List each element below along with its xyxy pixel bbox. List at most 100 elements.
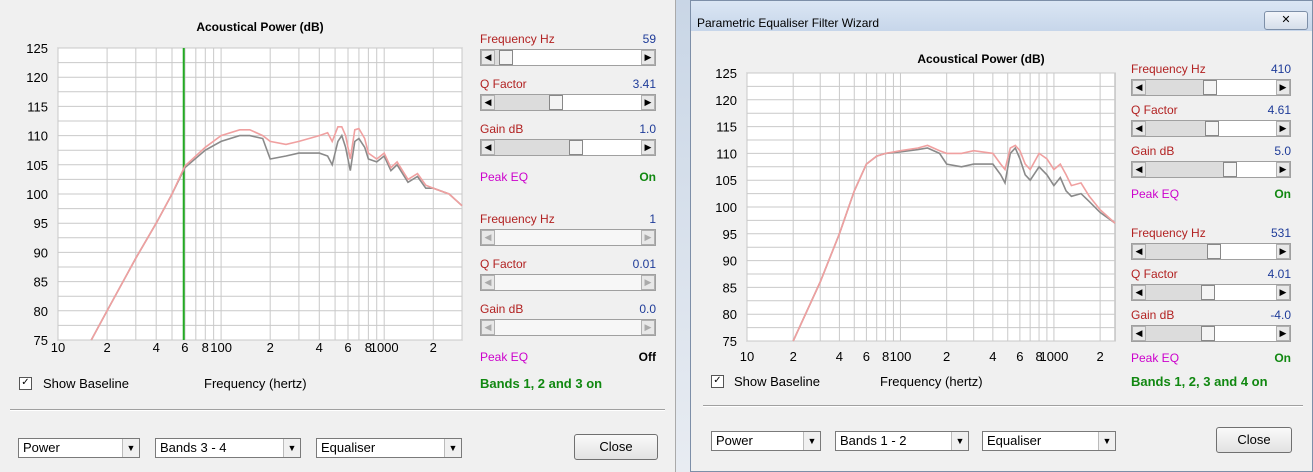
parameter-slider[interactable]: ◀ ▶: [480, 139, 656, 156]
y-tick-label: 75: [34, 333, 48, 348]
arrow-left-icon[interactable]: ◀: [481, 320, 495, 335]
arrow-right-icon[interactable]: ▶: [641, 95, 655, 110]
x-tick-label: 4: [316, 340, 323, 355]
acoustical-power-chart: 1251201151101051009590858075102468100246…: [26, 41, 463, 355]
control-value: 3.41: [632, 77, 656, 91]
slider-thumb[interactable]: [499, 50, 513, 65]
x-tick-label: 4: [989, 349, 996, 364]
control-label: Gain dB: [1131, 144, 1175, 158]
peak-eq-state: Off: [638, 350, 656, 364]
arrow-left-icon[interactable]: ◀: [481, 230, 495, 245]
arrow-left-icon[interactable]: ◀: [1132, 121, 1146, 136]
view-select-value: Power: [716, 433, 753, 448]
arrow-left-icon[interactable]: ◀: [1132, 244, 1146, 259]
control-value: -4.0: [1270, 308, 1291, 322]
mode-select-value: Equaliser: [987, 433, 1042, 448]
x-axis-label: Frequency (hertz): [880, 374, 983, 389]
arrow-right-icon[interactable]: ▶: [641, 50, 655, 65]
arrow-right-icon[interactable]: ▶: [641, 140, 655, 155]
view-select[interactable]: Power ▼: [18, 438, 140, 458]
close-button[interactable]: Close: [574, 434, 658, 460]
close-button[interactable]: Close: [1216, 427, 1292, 453]
arrow-left-icon[interactable]: ◀: [1132, 285, 1146, 300]
parameter-slider[interactable]: ◀ ▶: [1131, 284, 1291, 301]
x-tick-label: 1000: [370, 340, 399, 355]
parameter-slider[interactable]: ◀ ▶: [1131, 79, 1291, 96]
arrow-right-icon[interactable]: ▶: [1276, 121, 1290, 136]
x-tick-label: 6: [181, 340, 188, 355]
divider: [703, 405, 1303, 407]
parameter-slider[interactable]: ◀ ▶: [1131, 120, 1291, 137]
y-tick-label: 115: [27, 99, 48, 114]
peak-eq-state: On: [639, 170, 656, 184]
arrow-left-icon[interactable]: ◀: [481, 50, 495, 65]
control-value: 0.01: [632, 257, 656, 271]
control-label: Frequency Hz: [1131, 62, 1206, 76]
chevron-down-icon: ▼: [803, 432, 820, 450]
close-icon[interactable]: ✕: [1264, 11, 1308, 30]
x-tick-label: 8: [202, 340, 209, 355]
y-tick-label: 110: [27, 129, 48, 144]
slider-thumb[interactable]: [1207, 244, 1221, 259]
parameter-slider[interactable]: ◀ ▶: [1131, 161, 1291, 178]
x-tick-label: 1000: [1039, 349, 1068, 364]
x-axis-label: Frequency (hertz): [204, 376, 307, 391]
arrow-right-icon[interactable]: ▶: [1276, 244, 1290, 259]
control-value: 4.01: [1267, 267, 1291, 281]
arrow-left-icon[interactable]: ◀: [481, 95, 495, 110]
view-select-value: Power: [23, 440, 60, 455]
y-tick-label: 120: [715, 93, 737, 108]
bands-select-value: Bands 1 - 2: [840, 433, 907, 448]
slider-thumb[interactable]: [1201, 326, 1215, 341]
parameter-slider[interactable]: ◀ ▶: [1131, 325, 1291, 342]
arrow-right-icon[interactable]: ▶: [1276, 285, 1290, 300]
show-baseline-checkbox[interactable]: ✓: [711, 375, 724, 388]
x-tick-label: 2: [943, 349, 950, 364]
arrow-right-icon[interactable]: ▶: [1276, 80, 1290, 95]
parameter-slider[interactable]: ◀ ▶: [1131, 243, 1291, 260]
chart-title: Acoustical Power (dB): [196, 20, 324, 34]
bands-select[interactable]: Bands 3 - 4 ▼: [155, 438, 301, 458]
slider-thumb[interactable]: [549, 95, 563, 110]
divider: [10, 409, 665, 411]
arrow-left-icon[interactable]: ◀: [1132, 80, 1146, 95]
slider-thumb[interactable]: [569, 140, 583, 155]
arrow-left-icon[interactable]: ◀: [481, 140, 495, 155]
x-tick-label: 2: [430, 340, 437, 355]
slider-thumb[interactable]: [1201, 285, 1215, 300]
control-value: 0.0: [639, 302, 656, 316]
show-baseline-checkbox[interactable]: ✓: [19, 377, 32, 390]
slider-thumb[interactable]: [1203, 80, 1217, 95]
y-tick-label: 95: [34, 216, 48, 231]
parameter-slider[interactable]: ◀ ▶: [480, 94, 656, 111]
bands-select[interactable]: Bands 1 - 2 ▼: [835, 431, 969, 451]
view-select[interactable]: Power ▼: [711, 431, 821, 451]
show-baseline-label: Show Baseline: [734, 374, 820, 389]
control-value: 1: [649, 212, 656, 226]
y-tick-label: 80: [34, 304, 48, 319]
arrow-right-icon[interactable]: ▶: [1276, 326, 1290, 341]
chevron-down-icon: ▼: [951, 432, 968, 450]
arrow-right-icon[interactable]: ▶: [641, 275, 655, 290]
slider-thumb[interactable]: [1205, 121, 1219, 136]
slider-thumb[interactable]: [1223, 162, 1237, 177]
mode-select[interactable]: Equaliser ▼: [316, 438, 462, 458]
arrow-left-icon[interactable]: ◀: [481, 275, 495, 290]
arrow-right-icon[interactable]: ▶: [641, 320, 655, 335]
arrow-right-icon[interactable]: ▶: [641, 230, 655, 245]
y-tick-label: 125: [715, 69, 737, 81]
slider-fill: [1146, 121, 1205, 136]
eq-window-right: Parametric Equaliser Filter Wizard ✕ Aco…: [690, 0, 1313, 472]
arrow-left-icon[interactable]: ◀: [1132, 162, 1146, 177]
peak-eq-label: Peak EQ: [480, 170, 529, 184]
parameter-slider[interactable]: ◀ ▶: [480, 49, 656, 66]
arrow-left-icon[interactable]: ◀: [1132, 326, 1146, 341]
chevron-down-icon: ▼: [444, 439, 461, 457]
mode-select[interactable]: Equaliser ▼: [982, 431, 1116, 451]
arrow-right-icon[interactable]: ▶: [1276, 162, 1290, 177]
control-label: Gain dB: [1131, 308, 1175, 322]
x-tick-label: 2: [790, 349, 797, 364]
slider-fill: [495, 140, 569, 155]
bands-status: Bands 1, 2 and 3 on: [480, 376, 603, 391]
x-tick-label: 100: [890, 349, 912, 364]
